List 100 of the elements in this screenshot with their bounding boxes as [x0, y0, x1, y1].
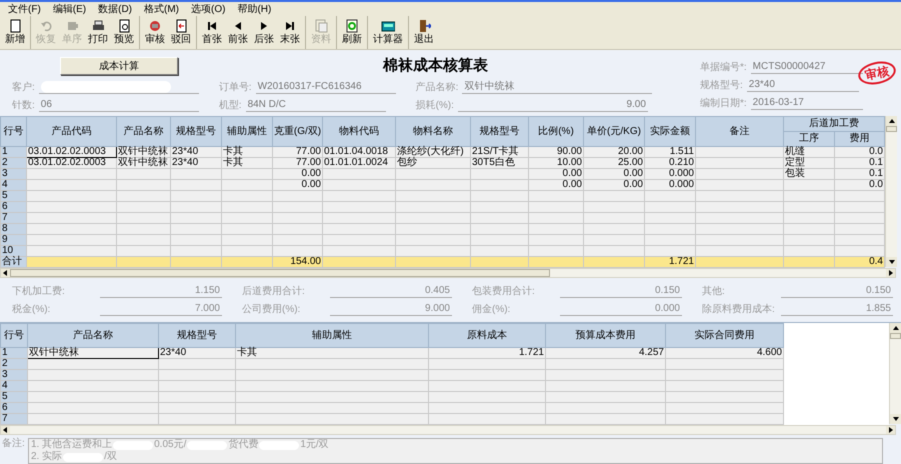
table-cell[interactable]: 双针中统袜: [116, 158, 170, 168]
row-number: 2: [0, 358, 28, 370]
table-cell[interactable]: 23*40: [158, 348, 236, 358]
text-field[interactable]: 84N D/C: [246, 99, 386, 112]
menu-item[interactable]: 编辑(E): [52, 2, 86, 16]
table-cell[interactable]: 卡其: [222, 146, 272, 158]
field-label: 佣金(%):: [472, 303, 510, 316]
table-cell[interactable]: 03.01.02.02.0003: [26, 146, 116, 158]
redacted-area: [187, 440, 228, 450]
column-header[interactable]: 物料名称: [396, 116, 470, 146]
scroll-thumb[interactable]: [10, 269, 550, 277]
table-cell[interactable]: 01.01.01.0024: [322, 158, 396, 168]
left-arrow-icon: [3, 270, 8, 276]
table-cell[interactable]: 21S/T卡其: [470, 146, 528, 158]
table-cell[interactable]: 机缝: [784, 146, 834, 158]
column-header[interactable]: 行号: [0, 116, 26, 146]
vertical-scrollbar[interactable]: [889, 323, 901, 424]
column-header[interactable]: 产品名称: [116, 116, 170, 146]
column-header[interactable]: 预算成本费用: [546, 324, 666, 348]
toolbar-button[interactable]: 刷新: [339, 16, 365, 49]
column-header[interactable]: 单价(元/KG): [584, 116, 644, 146]
toolbar-button[interactable]: 退出: [411, 16, 437, 49]
column-header[interactable]: 原料成本: [428, 324, 546, 348]
horizontal-scrollbar[interactable]: [0, 268, 896, 278]
toolbar-button[interactable]: 前张: [225, 16, 251, 49]
cost-calculation-button[interactable]: 成本计算: [60, 57, 178, 75]
column-header[interactable]: 辅助属性: [222, 116, 272, 146]
row-number: 1: [0, 146, 26, 158]
text-field[interactable]: 2016-03-17: [750, 97, 863, 110]
column-header[interactable]: 规格型号: [470, 116, 528, 146]
row-number: 2: [0, 158, 26, 168]
field-label: 客户:: [12, 81, 35, 94]
toolbar-button[interactable]: 预览: [111, 16, 137, 49]
field-label: 后道费用合计:: [242, 285, 305, 298]
notes-text: 0.05元/: [154, 439, 186, 451]
toolbar-button[interactable]: 新增: [2, 16, 28, 49]
vertical-scrollbar[interactable]: [885, 116, 897, 267]
column-header[interactable]: 备注: [696, 116, 784, 146]
column-header[interactable]: 比例(%): [528, 116, 584, 146]
field-label: 包装费用合计:: [472, 285, 535, 298]
text-field[interactable]: MCTS00000427: [750, 61, 863, 74]
toolbar-button[interactable]: 末张: [277, 16, 303, 49]
menu-item[interactable]: 帮助(H): [237, 2, 272, 16]
field-label: 机型:: [218, 99, 242, 112]
column-header[interactable]: 物料代码: [322, 116, 396, 146]
toolbar-button[interactable]: 首张: [199, 16, 225, 49]
up-arrow-icon: [892, 326, 898, 330]
row-number: 8: [0, 224, 26, 234]
column-header[interactable]: 规格型号: [170, 116, 222, 146]
table-cell[interactable]: 涤纶纱(大化纤): [396, 146, 470, 158]
menu-item[interactable]: 选项(O): [191, 2, 226, 16]
field-label: 针数:: [12, 99, 35, 112]
toolbar-button[interactable]: 驳回: [168, 16, 194, 49]
column-header[interactable]: 实际合同费用: [666, 324, 784, 348]
table-cell[interactable]: 卡其: [222, 158, 272, 168]
column-header[interactable]: 克重(G/双): [272, 116, 322, 146]
table-cell[interactable]: 双针中统袜: [28, 348, 158, 358]
table-cell[interactable]: 包装: [784, 168, 834, 180]
toolbar-button[interactable]: 打印: [85, 16, 111, 49]
text-field[interactable]: [38, 81, 199, 94]
redacted-area: [63, 452, 104, 462]
toolbar-button[interactable]: 后张: [251, 16, 277, 49]
column-header[interactable]: 辅助属性: [236, 324, 428, 348]
table-cell[interactable]: 30T5白色: [470, 158, 528, 168]
column-header[interactable]: 实际金额: [644, 116, 696, 146]
text-field[interactable]: 双针中统袜: [462, 81, 652, 94]
table-cell[interactable]: 定型: [784, 158, 834, 168]
table-cell[interactable]: 卡其: [236, 348, 428, 358]
table-cell[interactable]: 4.257: [546, 348, 666, 358]
table-cell[interactable]: 包纱: [396, 158, 470, 168]
column-header[interactable]: 产品名称: [28, 324, 158, 348]
menu-item[interactable]: 数据(D): [98, 2, 132, 16]
table-cell[interactable]: 4.600: [666, 348, 784, 358]
scroll-thumb[interactable]: [886, 126, 897, 132]
table-cell[interactable]: 1.721: [428, 348, 546, 358]
scroll-thumb[interactable]: [890, 333, 901, 339]
right-arrow-icon: [888, 270, 893, 276]
row-number: 3: [0, 168, 26, 180]
field-label: 单据编号*:: [700, 61, 747, 74]
horizontal-scrollbar[interactable]: [0, 425, 896, 435]
menu-item[interactable]: 格式(M): [144, 2, 180, 16]
text-field[interactable]: 06: [38, 99, 199, 112]
column-header[interactable]: 行号: [0, 324, 28, 348]
column-header[interactable]: 规格型号: [158, 324, 236, 348]
table-cell[interactable]: 01.01.04.0018: [322, 146, 396, 158]
column-group-header: 后道加工费: [784, 116, 884, 132]
table-cell[interactable]: 双针中统袜: [116, 146, 170, 158]
row-number: 4: [0, 380, 28, 392]
text-field[interactable]: 9.00: [458, 99, 648, 112]
column-header[interactable]: 费用: [834, 132, 884, 146]
menu-item[interactable]: 文件(F): [8, 2, 41, 16]
toolbar-button[interactable]: 计算器: [370, 16, 406, 49]
calculator-icon: [381, 19, 395, 33]
text-field[interactable]: 23*40: [746, 79, 859, 92]
toolbar-button[interactable]: 审核: [142, 16, 168, 49]
column-header[interactable]: 工序: [784, 132, 834, 146]
column-header[interactable]: 产品代码: [26, 116, 116, 146]
field-label: 订单号:: [218, 81, 252, 94]
table-cell[interactable]: 03.01.02.02.0003: [26, 158, 116, 168]
text-field[interactable]: W20160317-FC616346: [256, 81, 396, 94]
